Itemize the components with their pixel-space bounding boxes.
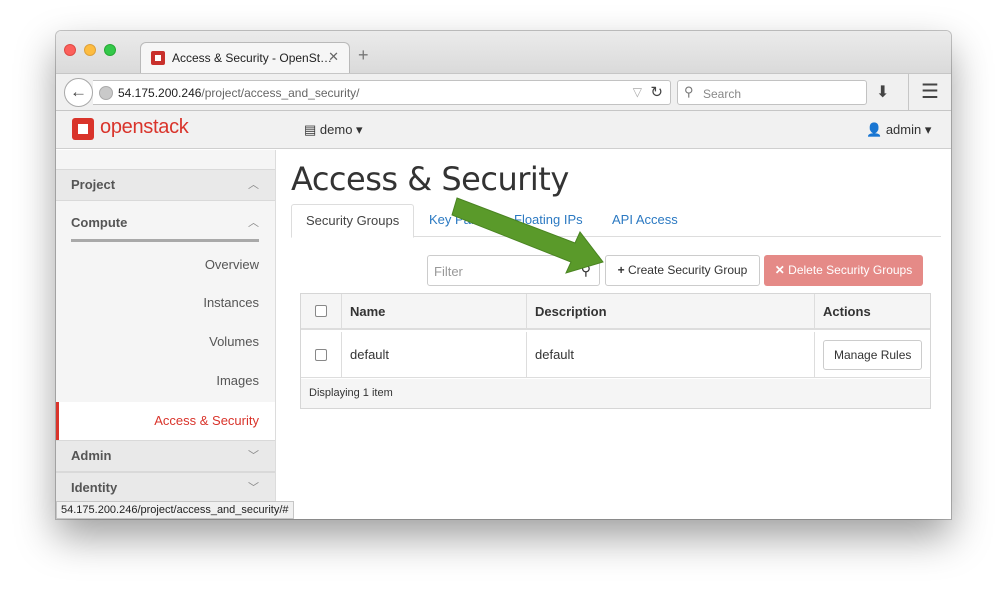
url-text: 54.175.200.246/project/access_and_securi… (118, 86, 360, 100)
security-groups-table: Name Description Actions default default… (300, 293, 931, 409)
browser-window: Access & Security - OpenSt… ✕ + 54.175.2… (56, 31, 951, 519)
sidebar-item-overview[interactable]: Overview (56, 246, 275, 284)
sidebar-section-identity[interactable]: Identity ﹀ (56, 472, 275, 504)
sidebar-item-volumes[interactable]: Volumes (56, 323, 275, 361)
filter-input[interactable]: Filter ⚲ (427, 255, 600, 286)
chevron-up-icon: ︿ (248, 217, 259, 229)
sidebar-item-access-security[interactable]: Access & Security (56, 402, 275, 440)
url-dropdown-icon[interactable]: ▽ (633, 85, 642, 99)
sidebar-section-project[interactable]: Project ︿ (56, 169, 275, 201)
sidebar: Project ︿ Compute ︿ Overview Instances V… (56, 150, 276, 519)
search-icon[interactable]: ⚲ (581, 262, 591, 279)
project-icon: ▤ (304, 122, 320, 137)
sidebar-section-label: Identity (71, 480, 118, 495)
delete-security-groups-button[interactable]: ✕ Delete Security Groups (764, 255, 923, 286)
table-header: Name Description Actions (301, 294, 930, 330)
tab-title: Access & Security - OpenSt… (172, 51, 333, 65)
manage-rules-button[interactable]: Manage Rules (823, 339, 923, 370)
select-all-checkbox[interactable] (315, 305, 327, 317)
main-content: Access & Security Security Groups Key Pa… (277, 150, 951, 519)
tab-bar: Access & Security - OpenSt… ✕ + (56, 31, 951, 74)
sidebar-group-compute[interactable]: Compute ︿ (56, 205, 275, 242)
reload-icon[interactable]: ↻ (650, 83, 663, 101)
delete-button-label: Delete Security Groups (788, 263, 913, 277)
zoom-window-button[interactable] (104, 44, 116, 56)
close-tab-icon[interactable]: ✕ (328, 49, 339, 65)
user-icon: 👤 (866, 122, 883, 137)
column-header-description[interactable]: Description (527, 294, 815, 328)
sidebar-item-instances[interactable]: Instances (56, 284, 275, 322)
tab-security-groups[interactable]: Security Groups (291, 204, 415, 238)
select-all-cell (301, 294, 342, 328)
table-footer: Displaying 1 item (301, 379, 930, 408)
new-tab-icon[interactable]: + (358, 45, 369, 66)
column-header-actions: Actions (823, 303, 871, 319)
caret-down-icon: ▾ (352, 122, 363, 137)
page-title: Access & Security (291, 160, 569, 198)
sidebar-group-label: Compute (71, 215, 128, 230)
cell-name: default (342, 332, 527, 377)
row-checkbox[interactable] (315, 348, 327, 361)
cell-actions: Manage Rules (815, 332, 930, 377)
openstack-logo-icon[interactable] (72, 118, 94, 140)
filter-placeholder: Filter (434, 264, 463, 279)
create-button-label: Create Security Group (627, 263, 748, 277)
openstack-favicon-icon (151, 51, 165, 65)
plus-icon: + (617, 263, 628, 277)
hamburger-menu-icon[interactable]: ☰ (908, 74, 951, 111)
browser-tab[interactable]: Access & Security - OpenSt… ✕ (140, 42, 350, 74)
download-icon[interactable]: ⬇ (876, 82, 889, 102)
search-placeholder: Search (703, 87, 742, 101)
group-divider (71, 239, 259, 242)
user-menu[interactable]: 👤 admin ▾ (866, 122, 931, 138)
tab-api-access[interactable]: API Access (598, 204, 692, 237)
cell-description: default (527, 332, 815, 377)
table-row: default default Manage Rules (301, 332, 930, 378)
minimize-window-button[interactable] (84, 44, 96, 56)
openstack-topbar: openstack ▤ demo ▾ 👤 admin ▾ (56, 111, 951, 149)
sidebar-section-admin[interactable]: Admin ﹀ (56, 440, 275, 472)
sidebar-section-label: Admin (71, 448, 112, 463)
tab-list: Security Groups Key Pairs Floating IPs A… (291, 204, 941, 238)
chevron-down-icon: ﹀ (248, 450, 259, 462)
row-select-cell (301, 332, 342, 377)
navigation-bar: 54.175.200.246/project/access_and_securi… (56, 73, 951, 111)
close-window-button[interactable] (64, 44, 76, 56)
project-switcher[interactable]: ▤ demo ▾ (304, 122, 363, 138)
arrow-left-icon: ← (70, 82, 87, 101)
caret-down-icon: ▾ (921, 122, 932, 137)
sidebar-item-images[interactable]: Images (56, 362, 275, 400)
tab-key-pairs[interactable]: Key Pairs (415, 204, 499, 237)
openstack-logo-text[interactable]: openstack (100, 116, 189, 139)
chevron-up-icon: ︿ (248, 179, 259, 191)
sidebar-section-label: Project (71, 177, 116, 192)
tab-floating-ips[interactable]: Floating IPs (500, 204, 597, 237)
column-header-name[interactable]: Name (342, 294, 527, 328)
status-bar-url: 54.175.200.246/project/access_and_securi… (56, 501, 294, 519)
create-security-group-button[interactable]: + Create Security Group (605, 255, 760, 286)
search-icon: ⚲ (684, 84, 694, 99)
back-button[interactable]: ← (64, 78, 93, 107)
url-bar[interactable]: 54.175.200.246/project/access_and_securi… (93, 80, 671, 105)
globe-icon (99, 86, 113, 100)
search-input[interactable]: ⚲ Search (677, 80, 867, 105)
close-icon: ✕ (774, 263, 789, 277)
chevron-down-icon: ﹀ (248, 482, 259, 494)
